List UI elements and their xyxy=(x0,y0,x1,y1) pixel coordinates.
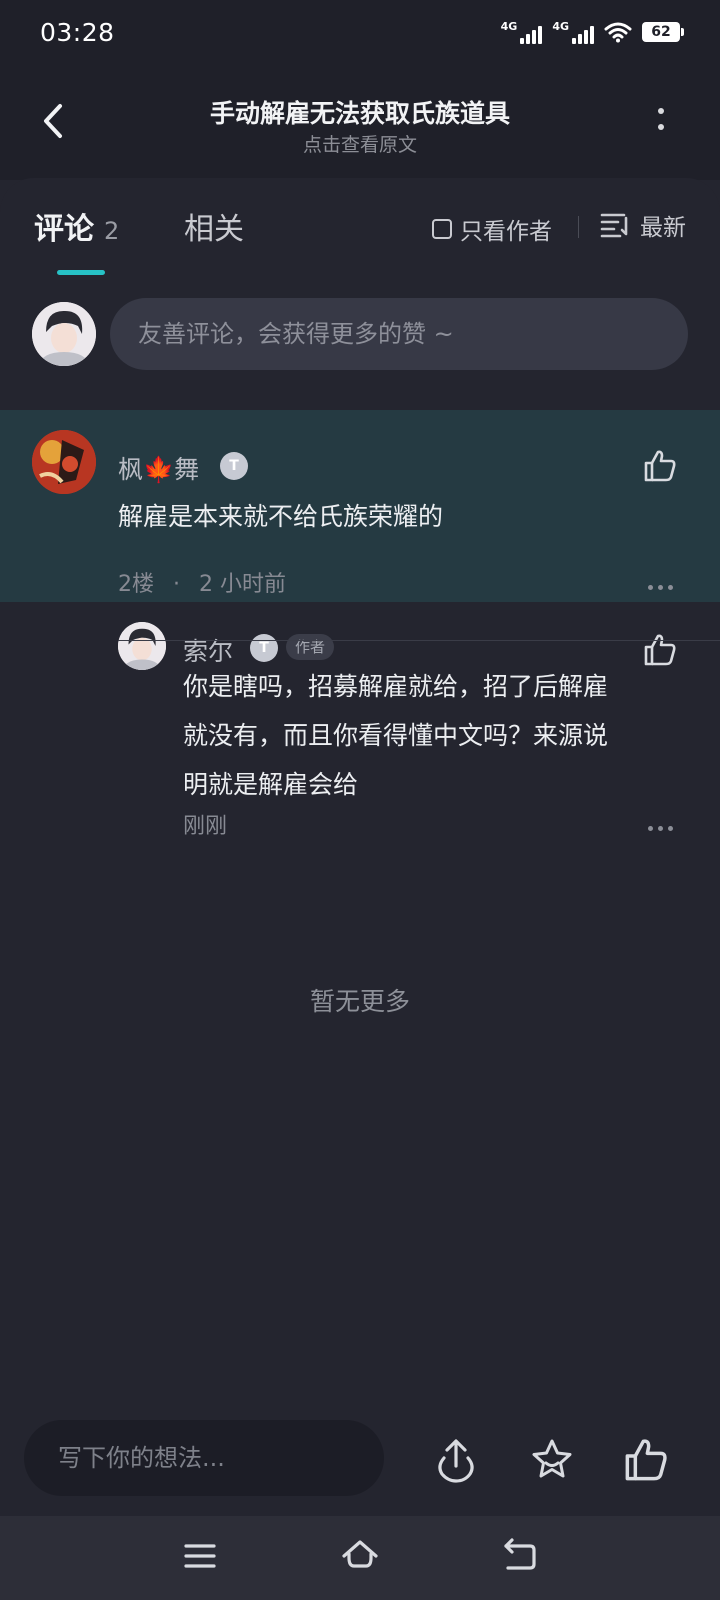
status-icons: 4G 4G 62 xyxy=(501,20,684,44)
floor-number: 2楼 xyxy=(118,572,154,597)
comments-count: 2 xyxy=(104,217,120,245)
thumbs-up-icon xyxy=(644,450,676,482)
back-arrow-icon xyxy=(504,1538,536,1570)
network-type-label-2: 4G xyxy=(552,20,569,33)
comment-item: 枫🍁舞 T 解雇是本来就不给氏族荣耀的 2楼 · 2 小时前 xyxy=(0,410,720,602)
avatar[interactable] xyxy=(32,302,96,366)
checkbox-icon xyxy=(432,219,452,239)
view-original-link[interactable]: 点击查看原文 xyxy=(0,130,720,157)
avatar-illustration xyxy=(32,302,96,366)
system-nav-bar xyxy=(0,1516,720,1600)
network-type-label: 4G xyxy=(500,20,518,33)
more-options-button[interactable] xyxy=(640,98,680,142)
active-tab-indicator xyxy=(57,270,105,275)
thumbs-up-icon xyxy=(625,1439,667,1481)
reply-text-line: 就没有，而且你看得懂中文吗？来源说 xyxy=(183,721,609,750)
author-tag: 作者 xyxy=(286,634,335,660)
page-header: 手动解雇无法获取氏族道具 点击查看原文 xyxy=(0,70,720,180)
level-badge-icon: T xyxy=(250,634,278,662)
back-nav-button[interactable] xyxy=(500,1536,540,1576)
comment-input[interactable] xyxy=(110,298,688,370)
sort-button[interactable]: 最新 xyxy=(600,208,686,242)
reply-time: 刚刚 xyxy=(183,814,228,839)
menu-button[interactable] xyxy=(180,1536,220,1576)
comment-input-row xyxy=(0,298,720,378)
reply-text-line: 明就是解雇会给 xyxy=(183,770,359,799)
tab-bar: 评论 2 相关 只看作者 最新 xyxy=(0,178,720,288)
home-icon xyxy=(342,1540,378,1568)
more-horizontal-icon[interactable] xyxy=(648,585,674,591)
reply-text-line: 你是瞎吗，招募解雇就给，招了后解雇 xyxy=(183,672,609,701)
divider xyxy=(118,640,720,641)
avatar[interactable] xyxy=(32,430,96,494)
avatar-illustration xyxy=(32,430,96,494)
bottom-action-bar xyxy=(0,1408,720,1508)
write-comment-input[interactable] xyxy=(24,1420,384,1496)
sort-icon xyxy=(600,213,628,238)
reply-text: 你是瞎吗，招募解雇就给，招了后解雇 就没有，而且你看得懂中文吗？来源说 明就是解… xyxy=(183,662,683,809)
like-button[interactable] xyxy=(642,448,678,484)
home-button[interactable] xyxy=(340,1536,380,1576)
battery-icon: 62 xyxy=(642,22,684,42)
comment-time: 2 小时前 xyxy=(199,572,286,597)
badge-letter: T xyxy=(259,640,269,656)
badge-letter: T xyxy=(229,458,239,474)
end-of-list-label: 暂无更多 xyxy=(309,987,410,1016)
like-post-button[interactable] xyxy=(622,1436,670,1484)
share-button[interactable] xyxy=(432,1436,480,1484)
comment-text: 解雇是本来就不给氏族荣耀的 xyxy=(118,502,444,531)
tab-comments-label: 评论 xyxy=(34,212,94,247)
meta-separator: · xyxy=(173,572,180,597)
star-icon xyxy=(532,1439,572,1478)
author-only-filter[interactable]: 只看作者 xyxy=(432,212,552,246)
more-horizontal-icon[interactable] xyxy=(648,826,674,832)
sort-label: 最新 xyxy=(640,215,686,241)
battery-level: 62 xyxy=(651,24,671,40)
favorite-button[interactable] xyxy=(528,1436,576,1484)
avatar[interactable] xyxy=(118,622,166,670)
reply-item: 索尔 T 作者 你是瞎吗，招募解雇就给，招了后解雇 就没有，而且你看得懂中文吗？… xyxy=(0,602,720,882)
status-time: 03:28 xyxy=(40,18,115,47)
cellular-signal-icon-2: 4G xyxy=(552,20,594,44)
wifi-icon xyxy=(604,22,632,43)
comment-username[interactable]: 枫🍁舞 xyxy=(118,450,199,486)
author-only-label: 只看作者 xyxy=(460,219,552,245)
share-icon xyxy=(438,1439,474,1483)
avatar-illustration xyxy=(118,622,166,670)
filter-divider xyxy=(578,216,579,238)
tab-related[interactable]: 相关 xyxy=(184,204,244,248)
status-bar: 03:28 4G 4G 62 xyxy=(0,0,720,70)
comment-meta: 2楼 · 2 小时前 xyxy=(118,566,286,598)
comments-panel: 评论 2 相关 只看作者 最新 友善评论，会获得更多的赞 ~ 枫🍁舞 T 解雇是… xyxy=(0,178,720,1508)
tab-comments[interactable]: 评论 2 xyxy=(34,204,119,248)
page-title: 手动解雇无法获取氏族道具 xyxy=(209,99,510,128)
menu-icon xyxy=(184,1544,216,1568)
cellular-signal-icon: 4G xyxy=(501,20,543,44)
level-badge-icon: T xyxy=(220,452,248,480)
